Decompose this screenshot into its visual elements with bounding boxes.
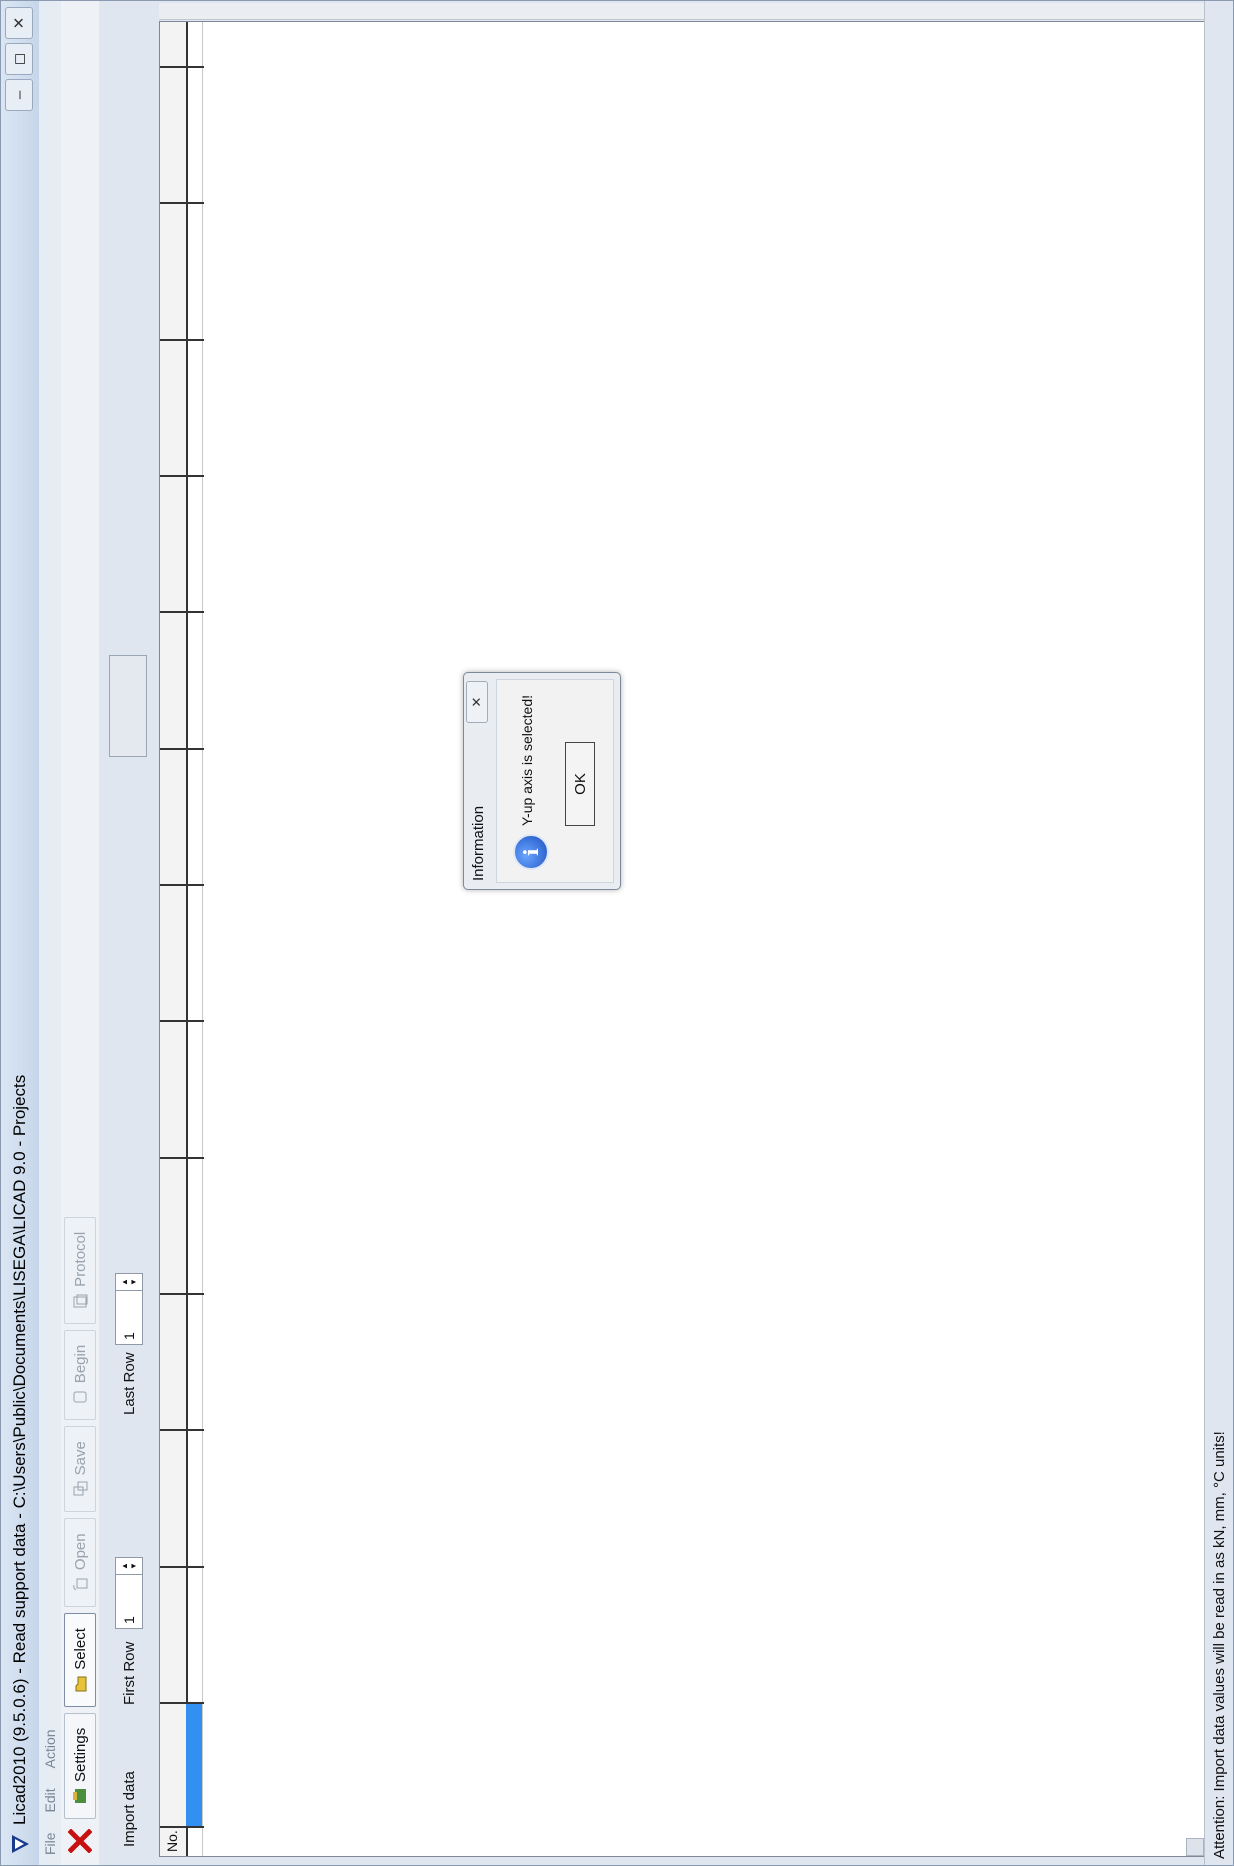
folder-icon xyxy=(72,1676,88,1692)
begin-button[interactable]: Begin xyxy=(64,1329,96,1421)
column-divider xyxy=(160,611,204,613)
title-bar: Licad2010 (9.5.0.6) - Read support data … xyxy=(1,1,39,1865)
import-data-label: Import data xyxy=(121,1771,138,1847)
window-title: Licad2010 (9.5.0.6) - Read support data … xyxy=(10,1074,29,1825)
save-icon xyxy=(72,1481,88,1497)
open-icon xyxy=(72,1576,88,1592)
menu-action[interactable]: Action xyxy=(42,1729,58,1768)
maximize-button[interactable]: ◻ xyxy=(5,43,33,75)
last-row-label: Last Row xyxy=(121,1352,138,1415)
menu-bar: File Edit Action xyxy=(39,1,61,1865)
first-row-label: First Row xyxy=(121,1641,138,1705)
exit-button[interactable] xyxy=(65,1825,95,1857)
minimize-button[interactable]: – xyxy=(5,79,33,111)
protocol-indicator xyxy=(109,655,147,757)
header-no: No. xyxy=(164,1830,180,1852)
protocol-button[interactable]: Protocol xyxy=(64,1216,96,1324)
column-divider xyxy=(160,1702,204,1704)
settings-label: Settings xyxy=(71,1727,89,1782)
open-label: Open xyxy=(71,1533,89,1571)
save-button[interactable]: Save xyxy=(64,1426,96,1513)
toolbar: Settings Select Open Save Begin Protocol xyxy=(61,1,100,1865)
column-divider xyxy=(160,1826,204,1828)
spinner-arrows-icon[interactable]: ▲ ▼ xyxy=(116,1274,142,1291)
grid-header-row: No. xyxy=(160,22,188,1856)
app-logo-icon xyxy=(9,1833,31,1855)
import-options-panel: Import data First Row 1 ▲ ▼ Last Row 1 ▲ ▼ xyxy=(99,1,159,1865)
protocol-icon xyxy=(72,1293,88,1309)
red-x-icon xyxy=(68,1829,92,1853)
dialog-close-button[interactable]: ✕ xyxy=(466,681,488,723)
ok-button[interactable]: OK xyxy=(565,742,595,826)
select-button[interactable]: Select xyxy=(64,1613,96,1707)
column-divider xyxy=(160,339,204,341)
column-divider xyxy=(160,1157,204,1159)
column-divider xyxy=(160,66,204,68)
settings-icon xyxy=(72,1788,88,1804)
vertical-scrollbar[interactable] xyxy=(159,3,1205,20)
menu-edit[interactable]: Edit xyxy=(42,1788,58,1812)
column-divider xyxy=(160,748,204,750)
table-row[interactable] xyxy=(186,22,203,1856)
dialog-body: i Y-up axis is selected! OK xyxy=(496,679,614,883)
app-window: Licad2010 (9.5.0.6) - Read support data … xyxy=(0,0,1234,1866)
column-divider xyxy=(160,202,204,204)
menu-file[interactable]: File xyxy=(42,1832,58,1855)
open-button[interactable]: Open xyxy=(64,1518,96,1608)
settings-button[interactable]: Settings xyxy=(64,1712,96,1819)
horizontal-scroll-thumb[interactable] xyxy=(1186,1838,1204,1856)
save-label: Save xyxy=(71,1441,89,1476)
dialog-title: Information xyxy=(470,805,487,881)
status-text: Attention: Import data values will be re… xyxy=(1210,1431,1228,1859)
selected-cell[interactable] xyxy=(186,1704,202,1826)
data-grid[interactable]: No. xyxy=(159,21,1205,1857)
begin-label: Begin xyxy=(71,1344,89,1384)
protocol-label: Protocol xyxy=(71,1231,89,1287)
first-row-spinner[interactable]: 1 ▲ ▼ xyxy=(115,1557,143,1629)
column-divider xyxy=(160,1429,204,1431)
begin-icon xyxy=(72,1389,88,1405)
info-icon: i xyxy=(513,834,549,870)
first-row-value[interactable]: 1 xyxy=(121,1575,137,1628)
column-divider xyxy=(160,475,204,477)
select-label: Select xyxy=(71,1628,89,1670)
column-divider xyxy=(160,884,204,886)
dialog-message: Y-up axis is selected! xyxy=(519,695,535,826)
column-divider xyxy=(160,1293,204,1295)
last-row-value[interactable]: 1 xyxy=(121,1291,137,1344)
last-row-spinner[interactable]: 1 ▲ ▼ xyxy=(115,1273,143,1345)
status-bar: Attention: Import data values will be re… xyxy=(1204,1,1233,1865)
column-divider xyxy=(160,1020,204,1022)
spinner-arrows-icon[interactable]: ▲ ▼ xyxy=(116,1558,142,1575)
information-dialog: Information ✕ i Y-up axis is selected! O… xyxy=(463,672,621,890)
column-divider xyxy=(160,1566,204,1568)
close-window-button[interactable]: ✕ xyxy=(5,7,33,39)
